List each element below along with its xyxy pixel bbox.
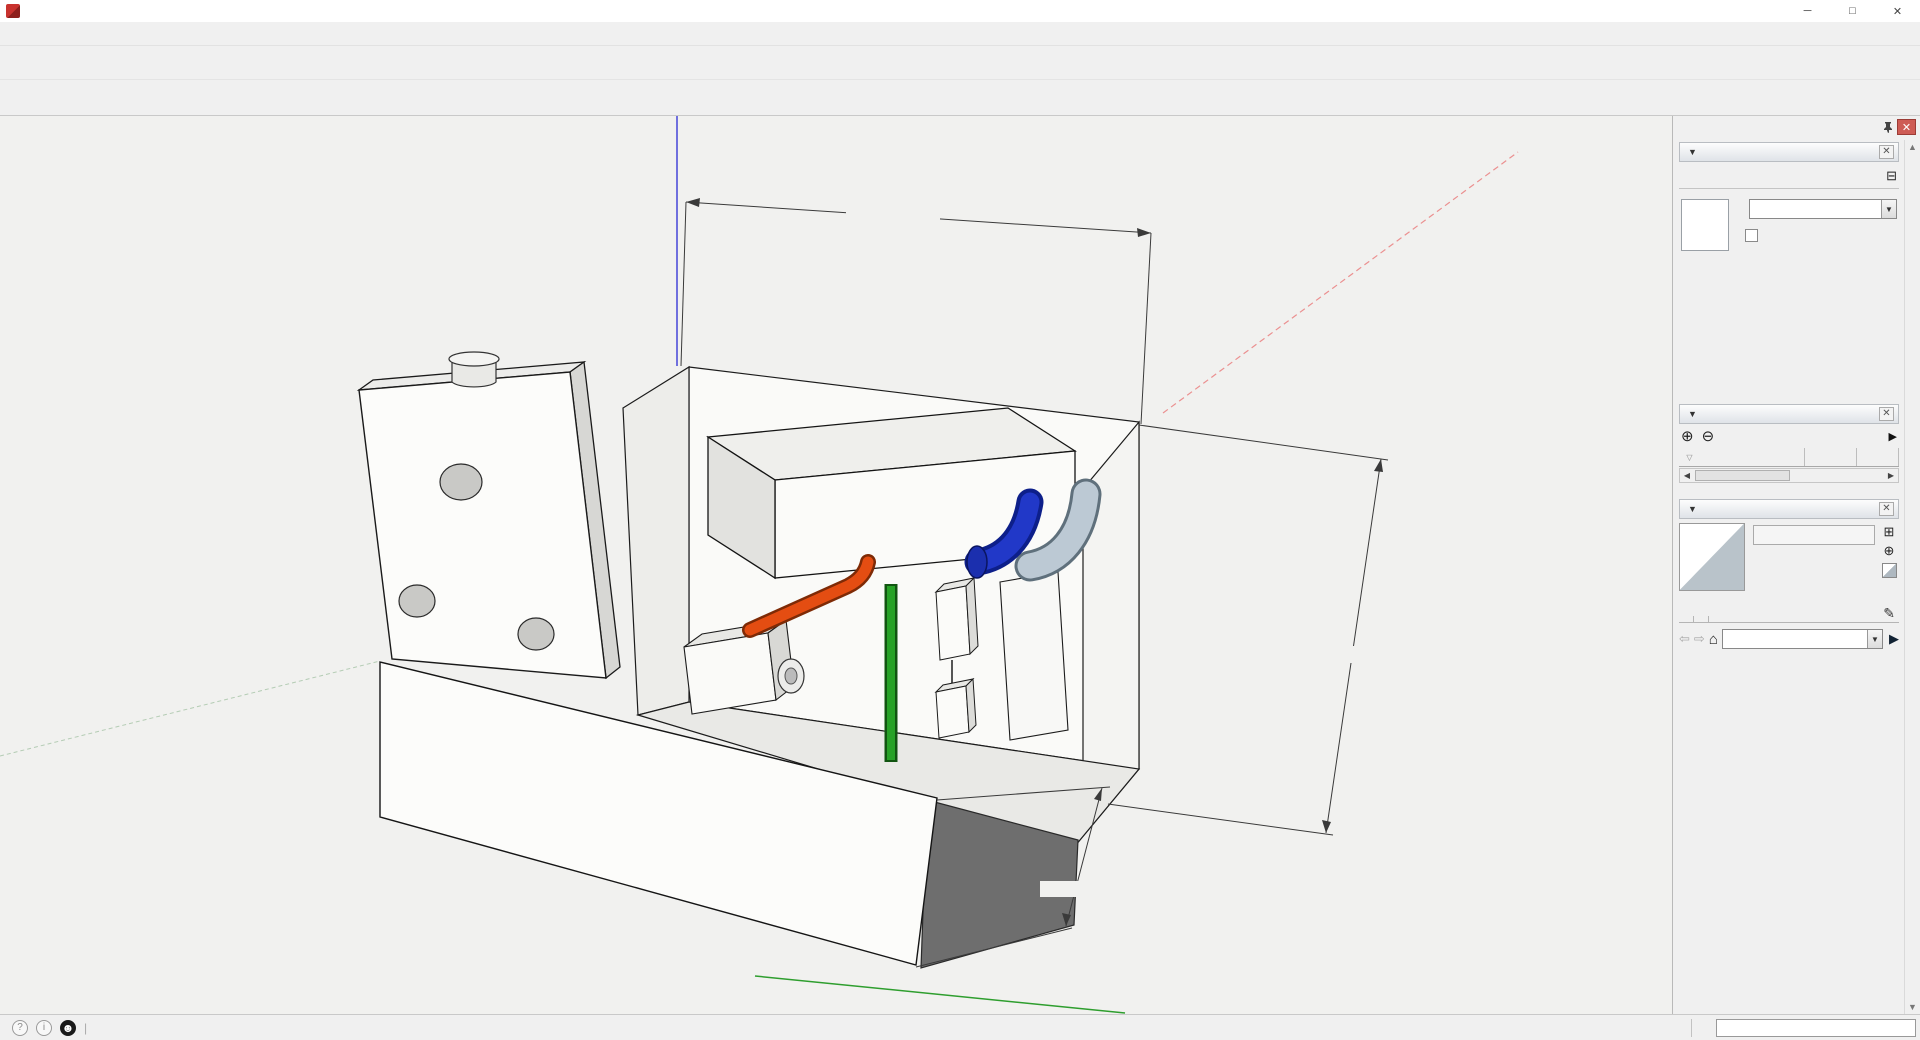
- red-axis-dashed: [1162, 151, 1519, 414]
- pump-filter-front: [683, 632, 777, 715]
- column-color[interactable]: [1857, 448, 1899, 466]
- scroll-up-icon[interactable]: ▲: [1908, 142, 1917, 152]
- scroll-left-icon[interactable]: ◀: [1680, 471, 1694, 480]
- hidden-checkbox[interactable]: [1745, 229, 1758, 242]
- tray-scrollbar[interactable]: ▲ ▼: [1904, 140, 1920, 1014]
- minimize-button[interactable]: ─: [1785, 0, 1830, 22]
- tab-select[interactable]: [1679, 616, 1694, 622]
- collapse-triangle-icon: ▼: [1688, 504, 1697, 514]
- add-layer-icon[interactable]: ⊕: [1681, 427, 1694, 445]
- dim-top-label-bg: [846, 206, 940, 223]
- power-supply-front: [935, 585, 971, 661]
- dim-bottom-label-bg: [1040, 881, 1118, 897]
- restore-button[interactable]: □: [1830, 0, 1875, 22]
- layers-close-icon[interactable]: ✕: [1879, 407, 1894, 421]
- backboard-front: [358, 371, 607, 679]
- material-preview: [1679, 523, 1745, 591]
- status-bar: ? i ☻ |: [0, 1014, 1920, 1040]
- tab-edit[interactable]: [1694, 616, 1709, 622]
- scroll-right-icon[interactable]: ▶: [1884, 471, 1898, 480]
- remove-layer-icon[interactable]: ⊖: [1702, 427, 1715, 445]
- backboard-hole-1: [439, 463, 483, 501]
- toolbar-row-1: [0, 46, 1920, 80]
- blue-elbow-flange: [966, 545, 988, 579]
- box-left-wall: [622, 365, 690, 716]
- create-material-icon[interactable]: ⊕: [1884, 544, 1895, 557]
- pump-box-front: [935, 685, 970, 739]
- user-icon[interactable]: ☻: [60, 1019, 76, 1036]
- scroll-down-icon[interactable]: ▼: [1908, 1002, 1917, 1012]
- eyedropper-icon[interactable]: ✎: [1883, 605, 1899, 622]
- layers-panel: ▼ ✕ ⊕ ⊖ ▶ ▽ ◀ ▶: [1679, 404, 1899, 483]
- toolbar-row-2: [0, 80, 1920, 116]
- materials-details-icon[interactable]: ▶: [1889, 631, 1899, 647]
- measurements-input[interactable]: [1716, 1018, 1916, 1037]
- entity-info-header[interactable]: ▼ ✕: [1679, 142, 1899, 162]
- materials-header[interactable]: ▼ ✕: [1679, 499, 1899, 519]
- toggle-details-icon[interactable]: ⊟: [1886, 168, 1897, 184]
- fuel-tank-panel: [999, 571, 1069, 741]
- layers-hscrollbar[interactable]: ◀ ▶: [1679, 468, 1899, 483]
- collapse-triangle-icon: ▼: [1688, 147, 1697, 157]
- column-name[interactable]: ▽: [1679, 448, 1805, 466]
- green-axis: [754, 975, 1126, 1014]
- tray-title-bar: ✕: [1673, 116, 1920, 138]
- backboard-hole-3: [517, 617, 555, 651]
- column-visible[interactable]: [1805, 448, 1857, 466]
- green-axis-dashed: [0, 660, 381, 757]
- collection-dropdown[interactable]: ▼: [1721, 629, 1883, 649]
- sketchup-logo-icon: [6, 4, 20, 18]
- materials-close-icon[interactable]: ✕: [1879, 502, 1894, 516]
- dim-right-label-bg: [1312, 646, 1392, 663]
- close-button[interactable]: ✕: [1875, 0, 1920, 22]
- credits-icon[interactable]: i: [36, 1019, 52, 1036]
- scroll-thumb[interactable]: [1695, 470, 1790, 481]
- layer-dropdown[interactable]: ▼: [1749, 199, 1897, 219]
- entity-info-panel: ▼ ✕ ⊟ ▼: [1679, 142, 1899, 254]
- layers-column-headers[interactable]: ▽: [1679, 448, 1899, 467]
- pump-cylinder-core: [784, 667, 798, 685]
- chevron-down-icon[interactable]: ▼: [1867, 630, 1882, 648]
- layers-header[interactable]: ▼ ✕: [1679, 404, 1899, 424]
- menu-bar: [0, 22, 1920, 46]
- pin-icon[interactable]: [1879, 119, 1897, 135]
- entity-info-close-icon[interactable]: ✕: [1879, 145, 1894, 159]
- collapse-triangle-icon: ▼: [1688, 409, 1697, 419]
- model-canvas[interactable]: [0, 116, 1672, 1014]
- chevron-down-icon[interactable]: ▼: [1881, 200, 1896, 218]
- backboard-hole-2: [398, 584, 436, 618]
- geolocation-icon[interactable]: ?: [12, 1019, 28, 1036]
- default-tray: ✕ ▼ ✕ ⊟ ▼ ▼ ✕ ⊕ ⊖ ▶ ▽ ◀ ▶ ▼ ✕ ⊞ ⊕ ✎ ⇦ ⇨ …: [1672, 116, 1920, 1014]
- model-viewport[interactable]: [0, 116, 1672, 1014]
- layers-details-icon[interactable]: ▶: [1889, 430, 1897, 443]
- home-icon[interactable]: ⌂: [1709, 631, 1718, 648]
- materials-panel: ▼ ✕ ⊞ ⊕ ✎ ⇦ ⇨ ⌂ ▼ ▶: [1679, 499, 1899, 657]
- back-icon[interactable]: ⇦: [1679, 631, 1690, 647]
- forward-icon[interactable]: ⇨: [1694, 631, 1705, 647]
- title-bar: ─ □ ✕: [0, 0, 1920, 22]
- silencer-cap: [448, 351, 500, 367]
- default-swatch-icon[interactable]: [1881, 563, 1897, 578]
- tray-close-icon[interactable]: ✕: [1897, 119, 1916, 135]
- secondary-pane-icon[interactable]: ⊞: [1884, 525, 1895, 538]
- entity-thumbnail: [1681, 199, 1729, 251]
- material-swatch-grid: [1679, 651, 1899, 657]
- material-name-field[interactable]: [1753, 525, 1875, 545]
